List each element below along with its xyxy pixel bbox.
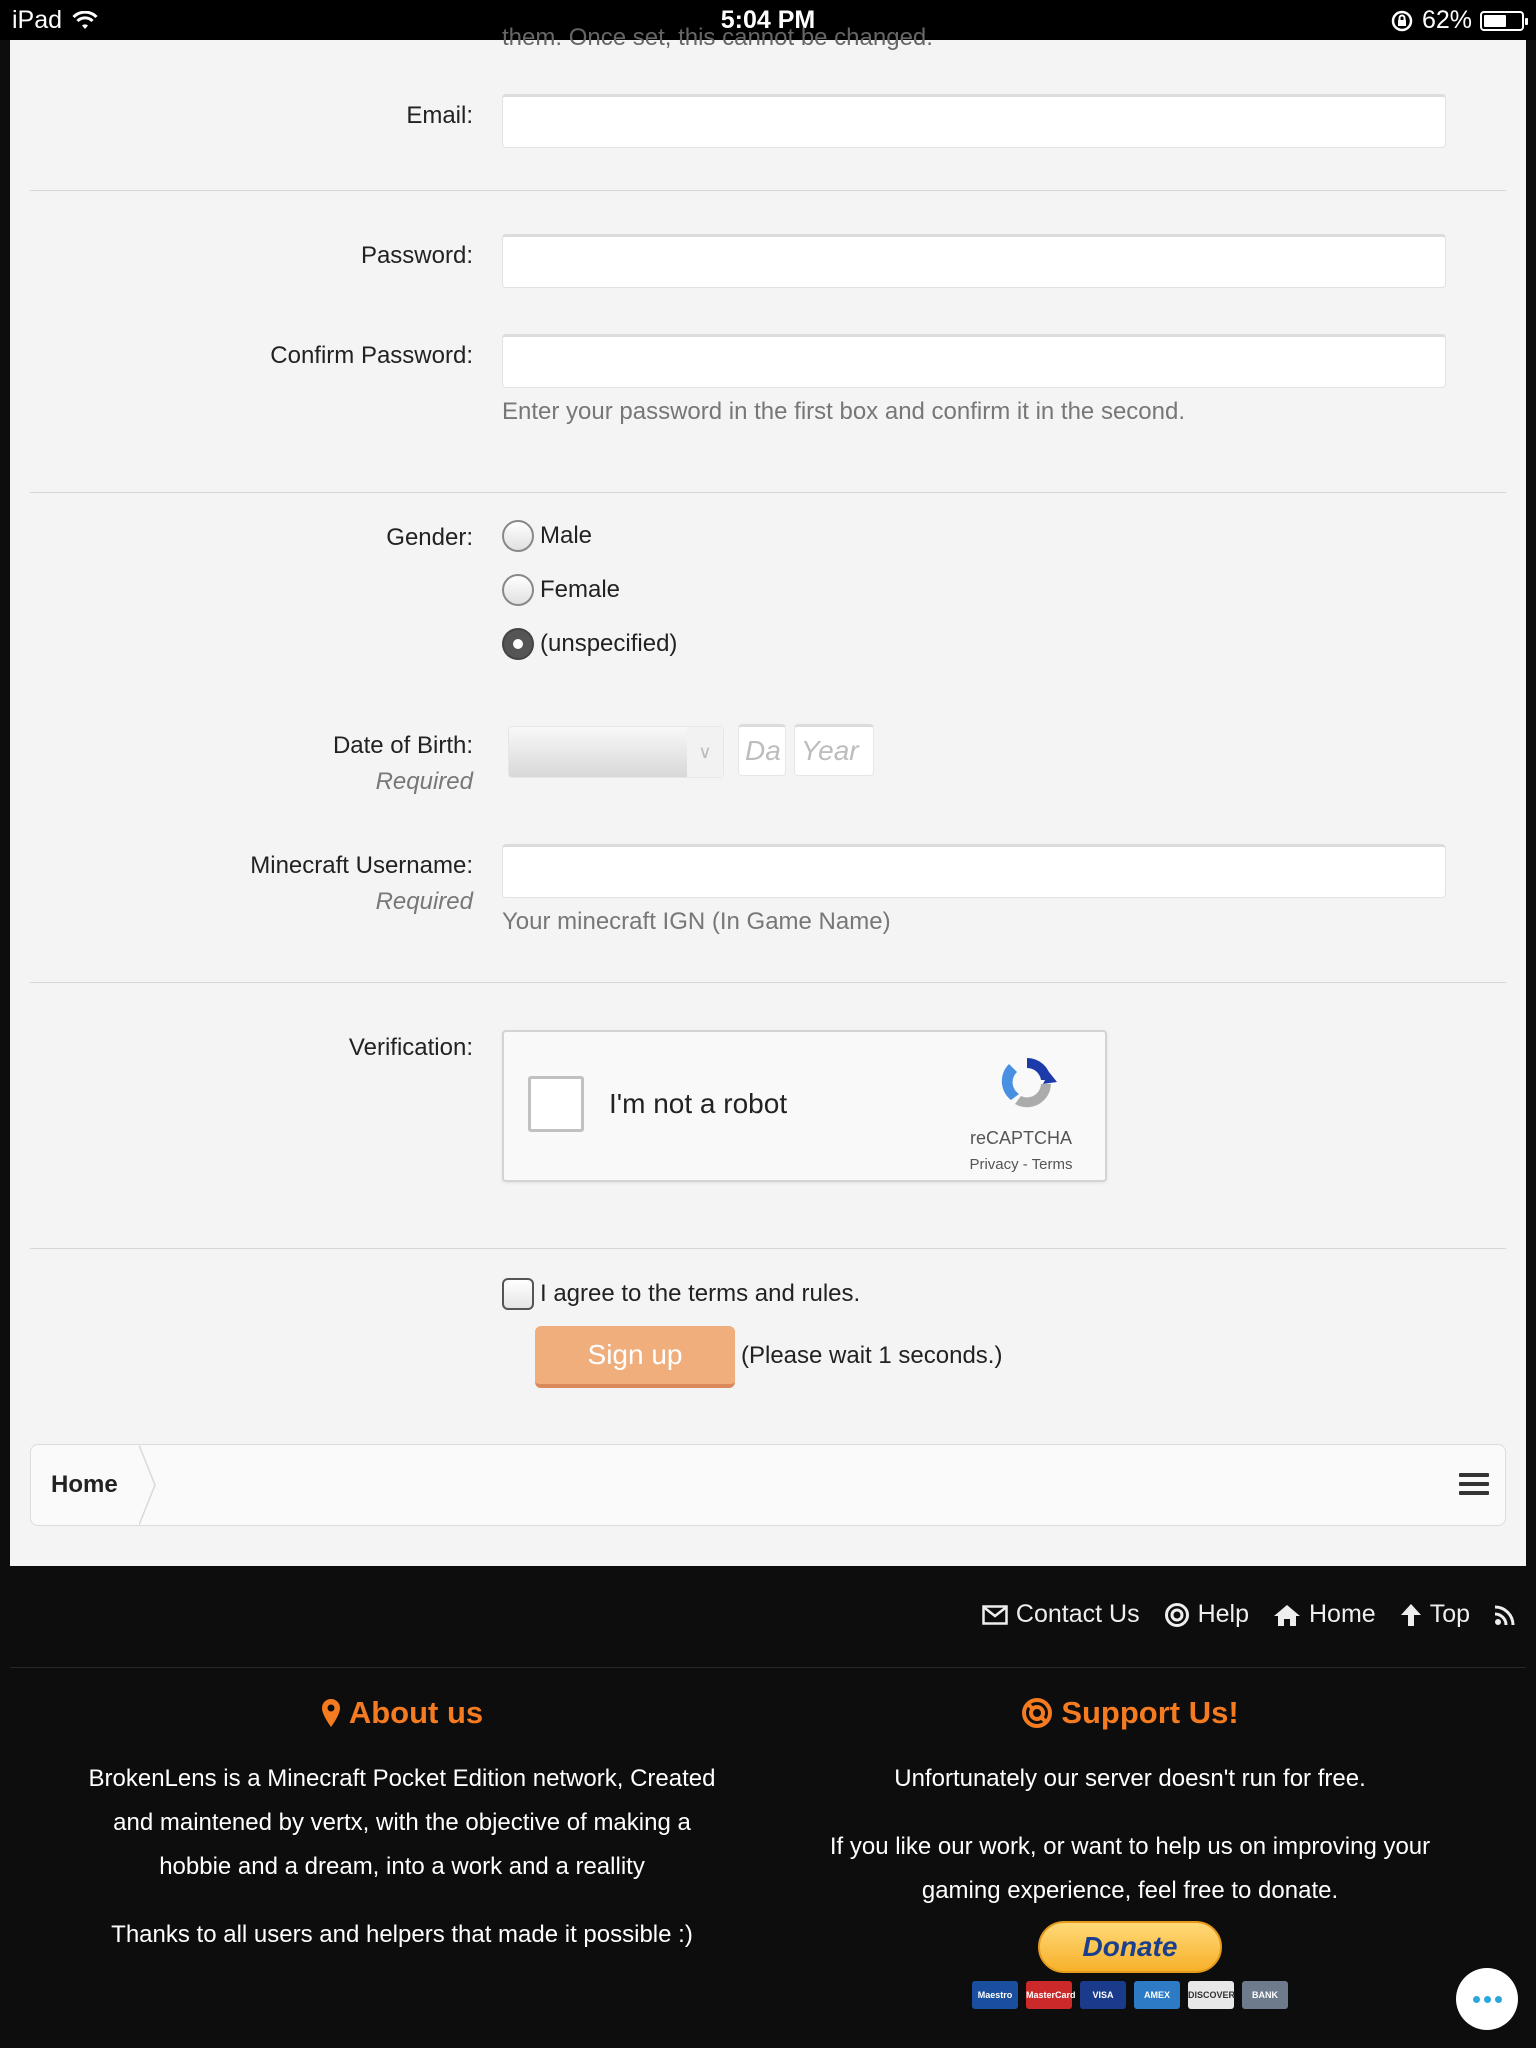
gender-option-male[interactable]: Male (502, 520, 592, 552)
terms-link[interactable]: terms and rules (688, 1280, 853, 1308)
card-visa: VISA (1080, 1981, 1126, 2009)
minecraft-hint: Your minecraft IGN (In Game Name) (502, 908, 891, 935)
footer-link-top[interactable]: Top (1400, 1600, 1470, 1629)
agree-suffix: . (853, 1280, 861, 1307)
divider (30, 1248, 1506, 1249)
gender-option-female[interactable]: Female (502, 574, 620, 606)
radio-male[interactable] (502, 520, 534, 552)
chevron-down-icon: ∨ (687, 727, 723, 777)
footer-links: Contact Us Help Home Top (982, 1600, 1516, 1629)
minecraft-username-field[interactable] (502, 844, 1446, 898)
chat-bubble-button[interactable] (1456, 1968, 1518, 2030)
confirm-password-field[interactable] (502, 334, 1446, 388)
footer-link-help[interactable]: Help (1164, 1600, 1249, 1629)
recaptcha-logo-icon (1001, 1057, 1057, 1108)
lifebuoy-icon (1022, 1698, 1053, 1728)
battery-fill (1484, 14, 1506, 27)
divider (30, 492, 1506, 493)
support-text-1: Unfortunately our server doesn't run for… (894, 1765, 1366, 1792)
gender-label: Gender: (386, 524, 473, 551)
rotation-lock-icon (1391, 10, 1413, 31)
email-label: Email: (406, 102, 473, 129)
footer-link-rss[interactable] (1494, 1604, 1516, 1626)
rss-icon (1494, 1605, 1515, 1625)
dob-required: Required (375, 768, 473, 795)
sign-up-button[interactable]: Sign up (535, 1326, 735, 1388)
chat-dot (1494, 1995, 1502, 2003)
home-icon (1274, 1604, 1300, 1626)
envelope-icon (982, 1604, 1008, 1625)
agree-prefix: I agree to the (540, 1280, 689, 1307)
about-heading: About us (82, 1695, 722, 1731)
gender-option-unspecified[interactable]: (unspecified) (502, 628, 677, 660)
card-amex: AMEX (1134, 1981, 1180, 2009)
menu-icon[interactable] (1459, 1473, 1489, 1497)
dob-label: Date of Birth: Required (10, 732, 473, 796)
map-marker-icon (321, 1699, 340, 1727)
radio-label-female: Female (540, 576, 621, 603)
cut-off-text: them. Once set, this cannot be changed. (502, 24, 933, 51)
radio-female[interactable] (502, 574, 534, 606)
minecraft-username-label: Minecraft Username: Required (10, 852, 473, 916)
chat-dot (1472, 1995, 1480, 2003)
donate-button[interactable]: Donate (1038, 1921, 1222, 1973)
minecraft-required: Required (375, 888, 473, 915)
card-bank: BANK (1242, 1981, 1288, 2009)
dob-month-select[interactable]: ∨ (508, 726, 724, 778)
divider (30, 982, 1506, 983)
about-section: About us BrokenLens is a Minecraft Pocke… (82, 1695, 722, 1981)
payment-cards: Maestro MasterCard VISA AMEX DISCOVER BA… (810, 1981, 1450, 2009)
dob-year-field[interactable]: Year (794, 724, 874, 776)
chat-dot (1483, 1995, 1491, 2003)
radio-label-unspecified: (unspecified) (540, 630, 678, 657)
arrow-up-icon (1400, 1603, 1421, 1626)
breadcrumb-home[interactable]: Home (51, 1471, 118, 1499)
dob-label-text: Date of Birth: (332, 732, 473, 759)
recaptcha-checkbox[interactable] (528, 1076, 584, 1132)
card-discover: DISCOVER (1188, 1981, 1235, 2009)
minecraft-label-text: Minecraft Username: (250, 852, 473, 879)
lifebuoy-icon (1164, 1602, 1189, 1627)
about-title: About us (348, 1695, 484, 1730)
support-section: Support Us! Unfortunately our server doe… (810, 1695, 1450, 2009)
radio-unspecified[interactable] (502, 628, 534, 660)
email-field[interactable] (502, 94, 1446, 148)
footer-link-home[interactable]: Home (1273, 1600, 1376, 1629)
breadcrumb: Home (30, 1444, 1506, 1526)
about-text: BrokenLens is a Minecraft Pocket Edition… (88, 1765, 716, 1880)
password-field[interactable] (502, 234, 1446, 288)
breadcrumb-separator (139, 1445, 156, 1525)
card-maestro: Maestro (972, 1981, 1018, 2009)
recaptcha-widget: I'm not a robot reCAPTCHA Privacy - Term… (502, 1030, 1107, 1182)
divider (30, 190, 1506, 191)
agree-terms-row[interactable]: I agree to the terms and rules. (502, 1278, 860, 1310)
battery-percent: 62% (1421, 6, 1472, 34)
support-title: Support Us! (1061, 1695, 1239, 1730)
footer-link-home-label: Home (1309, 1600, 1376, 1628)
confirm-password-label: Confirm Password: (270, 342, 473, 369)
status-right: 62% (1390, 6, 1528, 35)
footer-link-contact-label: Contact Us (1015, 1600, 1140, 1628)
recaptcha-links[interactable]: Privacy - Terms (961, 1156, 1081, 1173)
registration-page: them. Once set, this cannot be changed. … (10, 24, 1526, 1566)
verification-label: Verification: (348, 1034, 473, 1061)
support-heading: Support Us! (810, 1695, 1450, 1731)
battery-icon (1480, 10, 1528, 31)
password-hint: Enter your password in the first box and… (502, 398, 1186, 425)
footer-divider (10, 1667, 1526, 1668)
support-text-2: If you like our work, or want to help us… (829, 1833, 1431, 1904)
footer-link-contact[interactable]: Contact Us (982, 1600, 1140, 1629)
wait-message: (Please wait 1 seconds.) (741, 1342, 1003, 1369)
dob-day-field[interactable]: Da (738, 724, 786, 776)
radio-label-male: Male (540, 522, 593, 549)
footer-link-top-label: Top (1429, 1600, 1470, 1628)
card-mastercard: MasterCard (1026, 1981, 1076, 2009)
recaptcha-text: I'm not a robot (609, 1088, 788, 1119)
footer-link-help-label: Help (1197, 1600, 1249, 1628)
agree-checkbox[interactable] (502, 1278, 534, 1310)
recaptcha-brand: reCAPTCHA (969, 1128, 1072, 1148)
password-label: Password: (360, 242, 473, 269)
about-thanks: Thanks to all users and helpers that mad… (111, 1921, 693, 1948)
